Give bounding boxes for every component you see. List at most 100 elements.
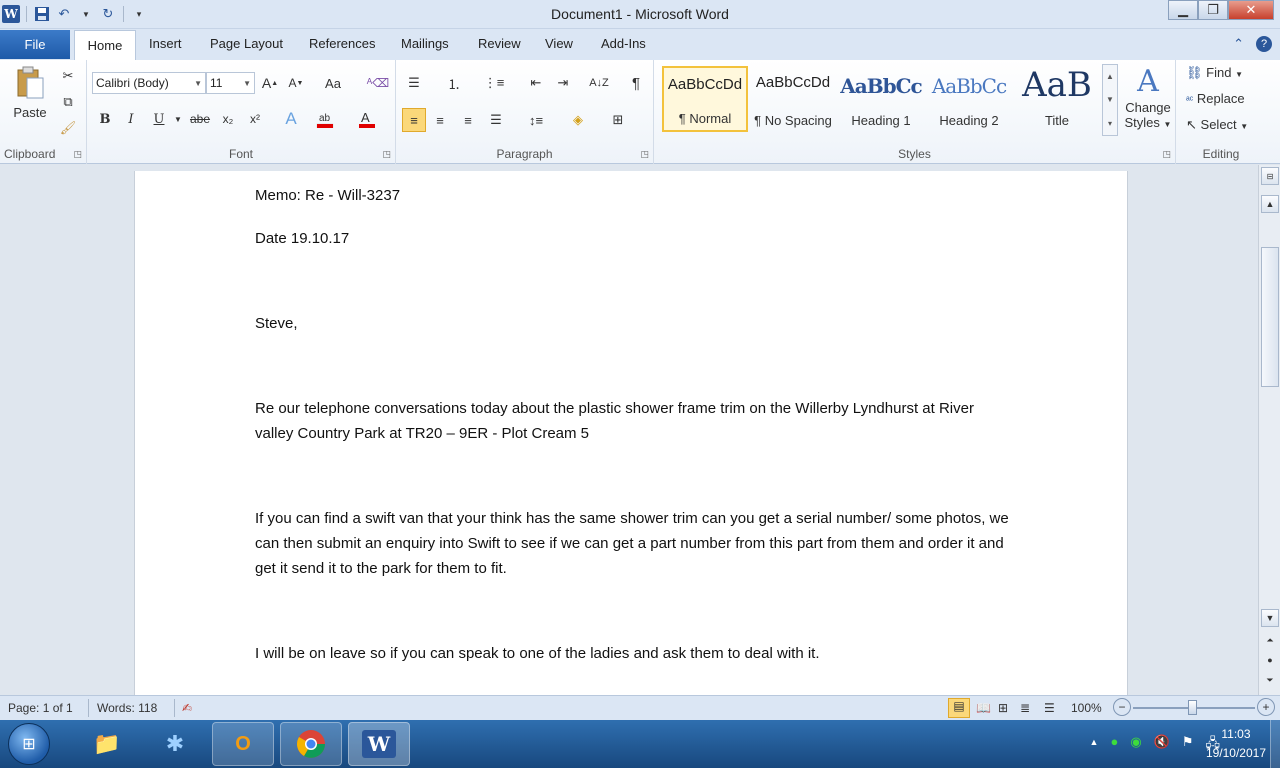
next-page-icon[interactable]: ⏷ bbox=[1261, 671, 1279, 689]
previous-page-icon[interactable]: ⏶ bbox=[1261, 631, 1279, 649]
help-icon[interactable]: ? bbox=[1256, 36, 1272, 52]
scroll-down-button[interactable]: ▼ bbox=[1261, 609, 1279, 627]
decrease-indent-icon[interactable]: ⇤ bbox=[526, 73, 546, 93]
web-layout-icon[interactable]: ⊞ bbox=[998, 701, 1008, 715]
proofing-icon[interactable]: ✍ bbox=[182, 701, 192, 715]
restore-button[interactable]: ❐ bbox=[1198, 0, 1228, 20]
strikethrough-button[interactable]: abe bbox=[190, 109, 210, 129]
style-title[interactable]: AaB Title bbox=[1014, 66, 1100, 132]
line-spacing-icon[interactable]: ↕≡ bbox=[526, 110, 546, 130]
view-ruler-icon[interactable]: ⊟ bbox=[1261, 167, 1279, 185]
print-layout-icon[interactable]: ▤ bbox=[948, 698, 970, 718]
shading-icon[interactable]: ◈ bbox=[568, 110, 588, 130]
format-painter-icon[interactable]: 🖌 bbox=[58, 118, 78, 138]
minimize-button[interactable]: ▁ bbox=[1168, 0, 1198, 20]
select-button[interactable]: ↖ Select ▼ bbox=[1186, 117, 1248, 133]
change-styles-button[interactable]: A Change Styles ▼ bbox=[1122, 64, 1174, 142]
document-page[interactable]: Memo: Re - Will-3237 Date 19.10.17 Steve… bbox=[134, 171, 1128, 695]
action-center-flag-icon[interactable]: ⚑ bbox=[1182, 734, 1194, 756]
align-left-button[interactable]: ≡ bbox=[402, 108, 426, 132]
align-right-button[interactable]: ≡ bbox=[458, 110, 478, 130]
tab-insert[interactable]: Insert bbox=[149, 36, 182, 51]
numbering-icon[interactable]: ⒈ bbox=[444, 73, 464, 93]
replace-button[interactable]: ᵃᶜ Replace bbox=[1186, 91, 1245, 106]
highlight-color-icon[interactable]: ab bbox=[315, 109, 335, 129]
style-heading-2[interactable]: AaBbCc Heading 2 bbox=[926, 66, 1012, 132]
change-case-icon[interactable]: Aa bbox=[323, 73, 343, 93]
shrink-font-icon[interactable]: A ▼ bbox=[286, 73, 306, 93]
style-normal[interactable]: AaBbCcDd ¶ Normal bbox=[662, 66, 748, 132]
tab-review[interactable]: Review bbox=[478, 36, 521, 51]
style-no-spacing[interactable]: AaBbCcDd ¶ No Spacing bbox=[750, 66, 836, 132]
font-name-select[interactable]: Calibri (Body) ▼ bbox=[92, 72, 206, 94]
taskbar-outlook[interactable]: O bbox=[212, 722, 274, 766]
clipboard-launcher-icon[interactable]: ◳ bbox=[73, 149, 82, 160]
tab-add-ins[interactable]: Add-Ins bbox=[601, 36, 646, 51]
page-count[interactable]: Page: 1 of 1 bbox=[8, 701, 73, 715]
paste-button[interactable]: Paste bbox=[10, 66, 50, 128]
grow-font-icon[interactable]: A ▲ bbox=[260, 73, 280, 93]
close-button[interactable]: ✕ bbox=[1228, 0, 1274, 20]
copy-icon[interactable]: ⧉ bbox=[58, 92, 78, 112]
memo-line[interactable]: Memo: Re - Will-3237 bbox=[255, 183, 1015, 208]
find-button[interactable]: ⛓ Find ▼ bbox=[1186, 65, 1243, 81]
scroll-up-button[interactable]: ▲ bbox=[1261, 195, 1279, 213]
show-desktop-button[interactable] bbox=[1270, 720, 1280, 768]
zoom-out-button[interactable]: − bbox=[1113, 698, 1131, 716]
network-status-icon[interactable]: ● bbox=[1110, 734, 1118, 756]
increase-indent-icon[interactable]: ⇥ bbox=[553, 73, 573, 93]
styles-launcher-icon[interactable]: ◳ bbox=[1162, 149, 1171, 160]
font-launcher-icon[interactable]: ◳ bbox=[382, 149, 391, 160]
justify-button[interactable]: ☰ bbox=[486, 110, 506, 130]
font-color-icon[interactable]: A bbox=[357, 109, 377, 129]
tab-mailings[interactable]: Mailings bbox=[401, 36, 449, 51]
volume-muted-icon[interactable]: 🔇 bbox=[1154, 734, 1170, 756]
pilcrow-icon[interactable]: ¶ bbox=[626, 73, 646, 93]
text-effects-icon[interactable]: A bbox=[281, 109, 301, 129]
tab-home[interactable]: Home bbox=[74, 30, 136, 60]
italic-button[interactable]: I bbox=[121, 109, 141, 129]
zoom-in-button[interactable]: + bbox=[1257, 698, 1275, 716]
zoom-level[interactable]: 100% bbox=[1071, 701, 1102, 715]
zoom-slider-thumb[interactable] bbox=[1188, 700, 1197, 715]
salutation-line[interactable]: Steve, bbox=[255, 311, 1015, 336]
taskbar-explorer[interactable]: 📁 bbox=[76, 722, 138, 766]
date-line[interactable]: Date 19.10.17 bbox=[255, 226, 1015, 251]
styles-gallery-scroll[interactable]: ▲ ▼ ▾ bbox=[1102, 64, 1118, 136]
outline-icon[interactable]: ≣ bbox=[1020, 701, 1030, 715]
full-screen-reading-icon[interactable]: 📖 bbox=[976, 701, 991, 715]
bold-button[interactable]: B bbox=[95, 109, 115, 129]
style-heading-1[interactable]: AaBbCc Heading 1 bbox=[838, 66, 924, 132]
scrollbar-thumb[interactable] bbox=[1261, 247, 1279, 387]
body-paragraph-1[interactable]: Re our telephone conversations today abo… bbox=[255, 396, 1015, 446]
underline-button[interactable]: U bbox=[149, 109, 169, 129]
clock[interactable]: 11:03 19/10/2017 bbox=[1206, 725, 1266, 763]
tab-file[interactable]: File bbox=[0, 30, 70, 59]
multilevel-list-icon[interactable]: ⋮≡ bbox=[484, 73, 505, 93]
sync-icon[interactable]: ◉ bbox=[1130, 734, 1141, 756]
sort-icon[interactable]: A↓Z bbox=[589, 73, 609, 93]
tab-page-layout[interactable]: Page Layout bbox=[210, 36, 283, 51]
borders-icon[interactable]: ⊞ bbox=[608, 110, 628, 130]
select-browse-object-icon[interactable]: ● bbox=[1261, 651, 1279, 669]
start-button[interactable]: ⊞ bbox=[8, 723, 50, 765]
body-paragraph-2[interactable]: If you can find a swift van that your th… bbox=[255, 506, 1015, 581]
show-hidden-icons-icon[interactable]: ▲ bbox=[1090, 734, 1099, 756]
vertical-scrollbar[interactable]: ⊟ ▲ ▼ ⏶ ● ⏷ bbox=[1258, 165, 1280, 695]
superscript-button[interactable]: x² bbox=[245, 109, 265, 129]
bullets-icon[interactable]: ☰ bbox=[404, 73, 424, 93]
taskbar-chrome[interactable] bbox=[280, 722, 342, 766]
underline-dropdown-icon[interactable]: ▼ bbox=[168, 109, 188, 129]
draft-icon[interactable]: ☰ bbox=[1044, 701, 1055, 715]
word-count[interactable]: Words: 118 bbox=[97, 701, 157, 715]
align-center-button[interactable]: ≡ bbox=[430, 110, 450, 130]
tab-references[interactable]: References bbox=[309, 36, 375, 51]
cut-icon[interactable]: ✂ bbox=[58, 66, 78, 86]
taskbar-word[interactable]: W bbox=[348, 722, 410, 766]
clear-formatting-icon[interactable]: ᴬ⌫ bbox=[367, 73, 389, 93]
paragraph-launcher-icon[interactable]: ◳ bbox=[640, 149, 649, 160]
taskbar-jira[interactable]: ✱ bbox=[144, 722, 206, 766]
minimize-ribbon-icon[interactable]: ⌃ bbox=[1233, 36, 1244, 52]
subscript-button[interactable]: x₂ bbox=[218, 109, 238, 129]
tab-view[interactable]: View bbox=[545, 36, 573, 51]
